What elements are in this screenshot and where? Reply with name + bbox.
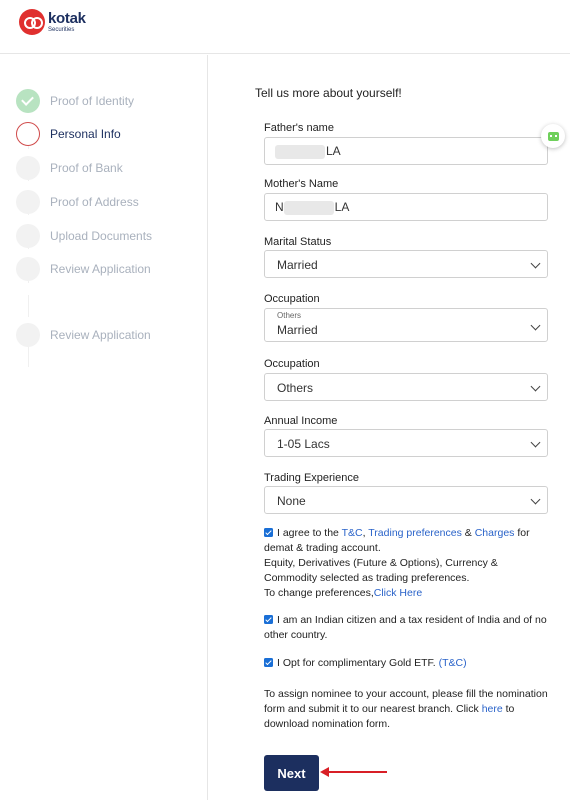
click-here-link[interactable]: Click Here bbox=[374, 587, 422, 599]
step-upload-documents[interactable]: Upload Documents bbox=[16, 223, 152, 249]
step-personal-info[interactable]: Personal Info bbox=[16, 121, 121, 147]
terms-comma: , bbox=[362, 527, 366, 539]
nominee-here-link[interactable]: here bbox=[482, 703, 503, 715]
annual-income-value: 1-05 Lacs bbox=[277, 437, 330, 451]
mothers-name-value: LA bbox=[334, 200, 350, 214]
occupation-label-2: Occupation bbox=[264, 358, 320, 370]
change-prefs-text: To change preferences, bbox=[264, 587, 374, 599]
check-icon bbox=[16, 89, 40, 113]
nominee-info: To assign nominee to your account, pleas… bbox=[264, 687, 548, 732]
step-pending-icon bbox=[16, 257, 40, 281]
occupation-value: Others bbox=[277, 381, 314, 395]
marital-status-value: Married bbox=[277, 258, 318, 272]
annotation-arrow-line bbox=[327, 771, 387, 773]
chevron-down-icon bbox=[530, 381, 541, 392]
trading-experience-value: None bbox=[277, 494, 306, 508]
gold-etf-agreement: I Opt for complimentary Gold ETF. (T&C) bbox=[264, 656, 548, 671]
occupation-label: Occupation bbox=[264, 293, 320, 305]
brand-sub: Securities bbox=[48, 27, 75, 33]
annotation-arrow-icon bbox=[320, 767, 329, 777]
tc-link[interactable]: T&C bbox=[342, 527, 363, 539]
terms-checkbox[interactable] bbox=[264, 528, 273, 537]
kotak-logo[interactable]: kotak Securities bbox=[19, 9, 86, 35]
gold-etf-text: I Opt for complimentary Gold ETF. bbox=[277, 657, 436, 669]
step-pending-icon bbox=[16, 323, 40, 347]
occupation-overlay-value: Married bbox=[277, 323, 318, 337]
gold-etf-checkbox[interactable] bbox=[264, 658, 273, 667]
step-pending-icon bbox=[16, 224, 40, 248]
fathers-name-label: Father's name bbox=[264, 122, 334, 134]
brand-name: kotak bbox=[48, 10, 86, 27]
occupation-ghost-text: Others bbox=[277, 312, 302, 318]
terms-trading-prefs-text: Equity, Derivatives (Future & Options), … bbox=[264, 557, 498, 584]
charges-link[interactable]: Charges bbox=[475, 527, 515, 539]
citizen-text: I am an Indian citizen and a tax residen… bbox=[264, 614, 547, 641]
mothers-name-label: Mother's Name bbox=[264, 178, 339, 190]
marital-status-select[interactable]: Married bbox=[264, 250, 548, 278]
chevron-down-icon bbox=[530, 258, 541, 269]
next-button[interactable]: Next bbox=[264, 755, 319, 791]
step-proof-of-identity[interactable]: Proof of Identity bbox=[16, 88, 134, 114]
steps-sidebar: Proof of Identity Personal Info Proof of… bbox=[0, 55, 208, 800]
annual-income-select[interactable]: 1-05 Lacs bbox=[264, 429, 548, 457]
chevron-down-icon bbox=[530, 494, 541, 505]
occupation-select-overlay[interactable]: Others Married bbox=[264, 308, 548, 342]
mothers-name-input[interactable]: N LA bbox=[264, 193, 548, 221]
chevron-down-icon bbox=[530, 437, 541, 448]
step-label: Review Application bbox=[50, 328, 151, 342]
form-intro-wrap: Tell us more about yourself! bbox=[255, 86, 555, 100]
top-header: kotak Securities bbox=[0, 0, 570, 54]
mothers-name-prefix: N bbox=[275, 200, 284, 214]
step-connector bbox=[28, 295, 29, 317]
step-label: Proof of Bank bbox=[50, 161, 123, 175]
chevron-down-icon bbox=[530, 320, 541, 331]
step-label: Upload Documents bbox=[50, 229, 153, 243]
trading-experience-select[interactable]: None bbox=[264, 486, 548, 514]
form-intro: Tell us more about yourself! bbox=[255, 86, 402, 100]
annual-income-label: Annual Income bbox=[264, 415, 338, 427]
redacted-text bbox=[275, 144, 325, 159]
citizen-agreement: I am an Indian citizen and a tax residen… bbox=[264, 613, 548, 643]
gold-tc-link[interactable]: (T&C) bbox=[439, 657, 467, 669]
step-label: Proof of Address bbox=[50, 195, 139, 209]
citizen-checkbox[interactable] bbox=[264, 615, 273, 624]
redacted-text bbox=[283, 200, 334, 215]
occupation-select[interactable]: Others bbox=[264, 373, 548, 401]
terms-text-1: I agree to the bbox=[277, 527, 339, 539]
marital-status-label: Marital Status bbox=[264, 236, 332, 248]
kotak-logo-icon bbox=[19, 9, 45, 35]
step-active-icon bbox=[16, 122, 40, 146]
step-label: Review Application bbox=[50, 262, 151, 276]
step-pending-icon bbox=[16, 156, 40, 180]
terms-agreement: I agree to the T&C, Trading preferences … bbox=[264, 526, 548, 601]
step-connector bbox=[28, 345, 29, 367]
trading-preferences-link[interactable]: Trading preferences bbox=[368, 527, 462, 539]
chat-widget-button[interactable] bbox=[541, 124, 565, 148]
fathers-name-value: LA bbox=[326, 144, 341, 158]
fathers-name-input[interactable]: LA bbox=[264, 137, 548, 165]
step-label: Personal Info bbox=[50, 127, 121, 141]
chatbot-icon bbox=[547, 131, 559, 141]
terms-amp: & bbox=[464, 527, 472, 539]
trading-experience-label: Trading Experience bbox=[264, 472, 359, 484]
step-review-application-2[interactable]: Review Application bbox=[16, 322, 151, 348]
step-label: Proof of Identity bbox=[50, 94, 135, 108]
step-proof-of-bank[interactable]: Proof of Bank bbox=[16, 155, 123, 181]
step-review-application[interactable]: Review Application bbox=[16, 256, 151, 282]
step-proof-of-address[interactable]: Proof of Address bbox=[16, 189, 139, 215]
step-pending-icon bbox=[16, 190, 40, 214]
